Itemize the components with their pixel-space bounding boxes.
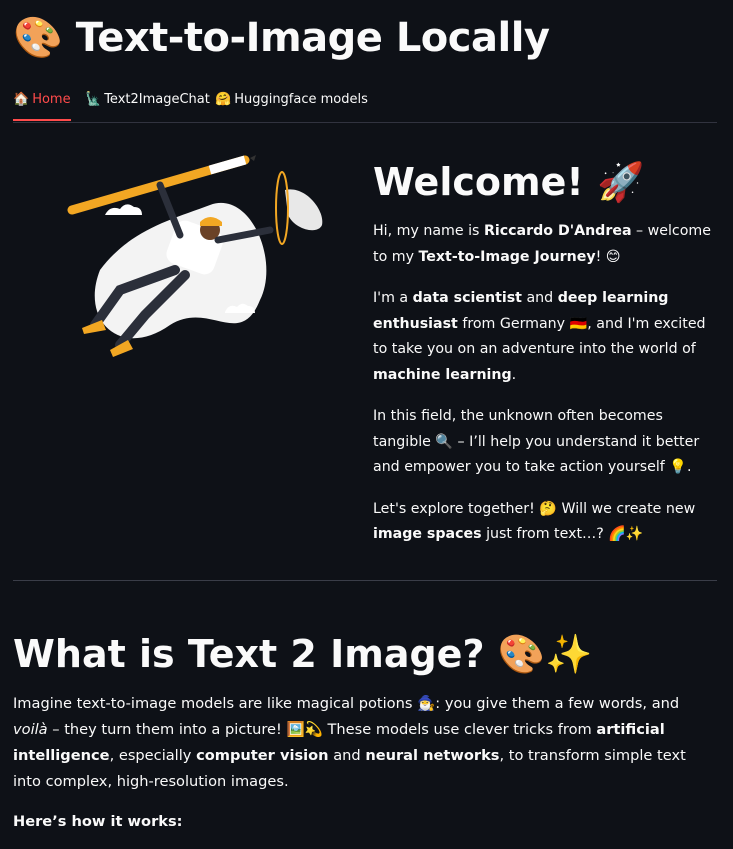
welcome-heading: Welcome! 🚀 [373, 160, 718, 205]
text-run: Hi, my name is [373, 223, 484, 239]
text-run: I'm a [373, 290, 413, 306]
text-run: . [511, 366, 517, 383]
tab-label: Home [32, 92, 71, 107]
page-title: 🎨 Text-to-Image Locally [13, 14, 550, 61]
how-it-works-label: Here’s how it works: [13, 809, 713, 835]
bold-term: computer vision [196, 747, 329, 764]
text-run: , especially [109, 747, 197, 764]
what-is-section: What is Text 2 Image? 🎨✨ Imagine text-to… [13, 632, 713, 849]
text-run: just from text…? 🌈✨ [481, 526, 644, 542]
text-run: Imagine text-to-image models are like ma… [13, 695, 680, 712]
welcome-section: Welcome! 🚀 Hi, my name is Riccardo D'And… [373, 160, 718, 564]
page-title-text: Text-to-Image Locally [75, 15, 550, 61]
bold-term: data scientist [412, 290, 522, 306]
text-run: ! 😊 [595, 248, 621, 265]
text-run: and [521, 290, 558, 306]
hugging-face-icon: 🤗 [215, 92, 232, 107]
author-name: Riccardo D'Andrea [483, 223, 632, 239]
tab-label: Text2ImageChat [104, 92, 210, 107]
text-run: Let's explore together! 🤔 Will we create… [373, 500, 696, 517]
text-run: – they turn them into a picture! 🖼️💫 The… [47, 721, 597, 738]
tab-text2imagechat[interactable]: 🗽 Text2ImageChat [85, 92, 210, 119]
house-icon: 🏠 [13, 92, 30, 107]
tab-huggingface-models[interactable]: 🤗 Huggingface models [215, 92, 368, 119]
journey-name: Text-to-Image Journey [418, 248, 596, 265]
intro-paragraph: Hi, my name is Riccardo D'Andrea – welco… [373, 219, 718, 270]
bold-term: image spaces [373, 526, 482, 542]
tab-bar: 🏠 Home 🗽 Text2ImageChat 🤗 Huggingface model… [13, 84, 717, 123]
welcome-heading-text: Welcome! [373, 160, 584, 204]
section-divider [13, 580, 717, 581]
tab-home[interactable]: 🏠 Home [13, 92, 71, 121]
tab-label: Huggingface models [234, 92, 368, 107]
bold-term: Here’s how it works: [13, 813, 183, 830]
about-paragraph: I'm a data scientist and deep learning e… [373, 286, 718, 388]
what-is-heading: What is Text 2 Image? 🎨✨ [13, 632, 593, 676]
text-run: and [328, 747, 366, 764]
bold-term: neural networks [365, 747, 500, 764]
rocket-icon: 🚀 [596, 160, 645, 204]
flying-person-illustration [67, 155, 323, 357]
statue-of-liberty-icon: 🗽 [85, 92, 102, 107]
explore-paragraph: Let's explore together! 🤔 Will we create… [373, 497, 718, 548]
italic-term: voilà [13, 721, 48, 738]
field-paragraph: In this field, the unknown often becomes… [373, 408, 700, 475]
palette-icon: 🎨 [13, 15, 63, 61]
explanation-paragraph: Imagine text-to-image models are like ma… [13, 691, 713, 795]
bold-term: machine learning [373, 366, 512, 383]
